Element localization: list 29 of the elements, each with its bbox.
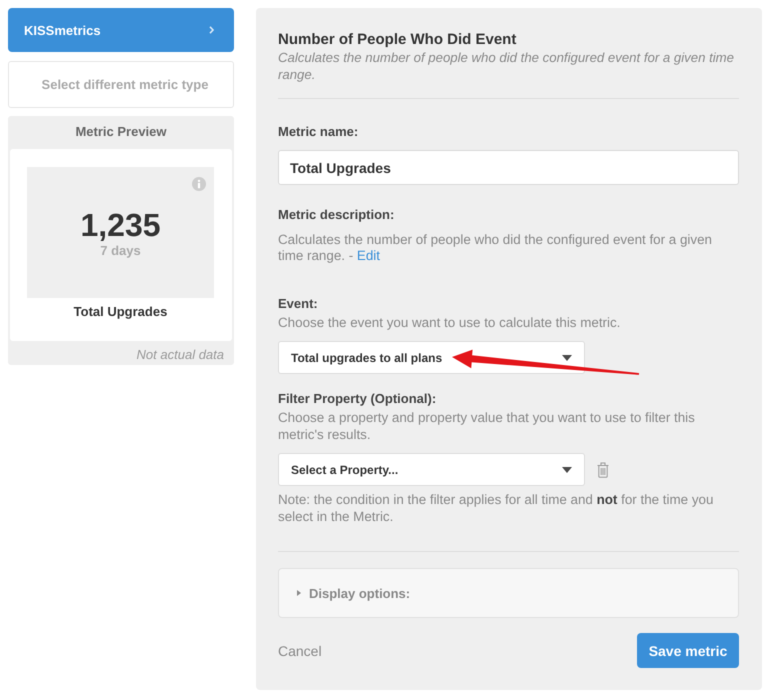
field-label: Metric description: — [278, 207, 396, 223]
note-text: Note: the condition in the filter applies for all time and not for the time you select in the Metric. — [278, 491, 714, 525]
save-button[interactable]: Save metric — [637, 633, 739, 668]
trash-icon[interactable] — [597, 462, 609, 478]
metric-value: 1,235 — [80, 206, 161, 242]
edit-link[interactable]: Edit — [356, 248, 380, 263]
display-options-toggle[interactable]: Display options: — [296, 586, 410, 600]
preview-note: Not actual data — [136, 346, 225, 363]
caret-icon — [562, 466, 572, 472]
chevron-icon — [209, 26, 214, 34]
cancel-link[interactable]: Cancel — [278, 642, 322, 658]
help-text: Choose the event you want to use to calculate this metric. — [278, 314, 622, 331]
form-subtitle: Calculates the number of people who did the configured event for a given time range. — [278, 49, 735, 83]
change-type-button[interactable]: Select different metric type — [8, 61, 234, 108]
field-label: Metric name: — [278, 124, 360, 140]
dropdown[interactable]: Select a Property... — [278, 453, 585, 486]
preview-title: Metric Preview — [74, 124, 168, 140]
metric-period: 7 days — [100, 242, 141, 258]
brand-button[interactable]: KISSmetrics — [8, 8, 234, 52]
help-text: Choose a property and property value that you want to use to filter this metric's results. — [278, 409, 696, 443]
info-icon[interactable] — [192, 177, 206, 191]
field-label: Filter Property (Optional): — [278, 391, 438, 407]
field-label: Event: — [278, 296, 319, 312]
form-title: Number of People Who Did Event — [278, 31, 518, 49]
description-text: Calculates the number of people who did the configured event for a given time range. - Edit — [278, 232, 713, 264]
dropdown[interactable]: Total upgrades to all plans — [278, 341, 585, 374]
caret-icon — [562, 354, 572, 360]
text-input[interactable]: Total Upgrades — [278, 150, 739, 185]
metric-name: Total Upgrades — [72, 304, 168, 320]
